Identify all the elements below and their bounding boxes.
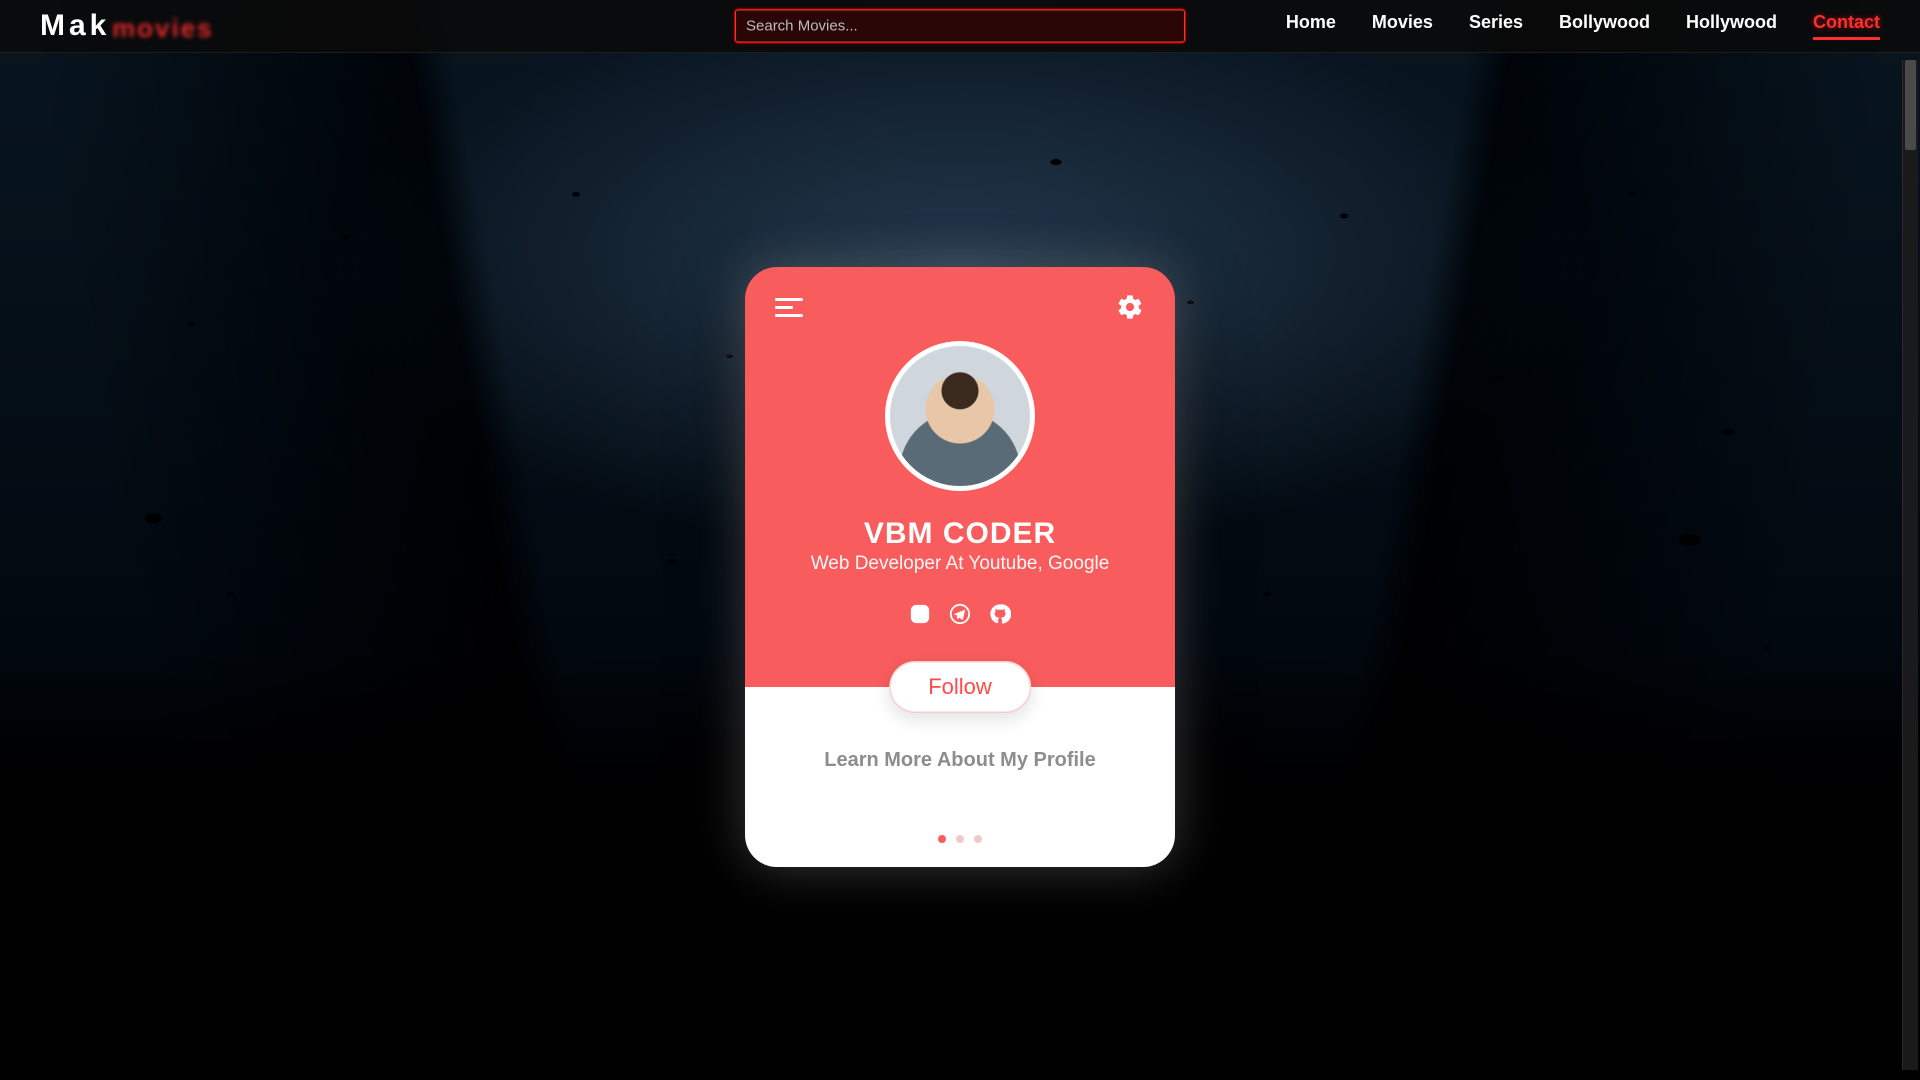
pager-dot[interactable]	[956, 835, 964, 843]
nav-item-bollywood[interactable]: Bollywood	[1559, 12, 1650, 40]
github-icon[interactable]	[989, 603, 1011, 625]
avatar[interactable]	[885, 341, 1035, 491]
logo-main: Mak	[40, 9, 110, 42]
nav-item-home[interactable]: Home	[1286, 12, 1336, 40]
gear-icon[interactable]	[1115, 293, 1145, 323]
pager-dots[interactable]	[938, 835, 982, 843]
pager-dot[interactable]	[974, 835, 982, 843]
nav-item-movies[interactable]: Movies	[1372, 12, 1433, 40]
search-input[interactable]	[735, 10, 1185, 43]
menu-icon[interactable]	[775, 293, 805, 323]
profile-card-top: VBM CODER Web Developer At Youtube, Goog…	[745, 267, 1175, 687]
profile-subtitle: Web Developer At Youtube, Google	[745, 553, 1175, 575]
scrollbar-thumb[interactable]	[1905, 60, 1916, 150]
nav-item-hollywood[interactable]: Hollywood	[1686, 12, 1777, 40]
telegram-icon[interactable]	[949, 603, 971, 625]
top-nav: Mak movies Home Movies Series Bollywood …	[0, 0, 1920, 53]
site-logo[interactable]: Mak movies	[40, 9, 110, 43]
social-row	[745, 603, 1175, 625]
main-stage: VBM CODER Web Developer At Youtube, Goog…	[0, 53, 1920, 1080]
pager-dot[interactable]	[938, 835, 946, 843]
profile-card: VBM CODER Web Developer At Youtube, Goog…	[745, 267, 1175, 867]
card-icon-row	[745, 267, 1175, 323]
nav-links: Home Movies Series Bollywood Hollywood C…	[1286, 12, 1880, 40]
profile-card-bottom: Follow Learn More About My Profile	[745, 687, 1175, 867]
learn-more-link[interactable]: Learn More About My Profile	[745, 749, 1175, 772]
instagram-icon[interactable]	[909, 603, 931, 625]
search-wrap	[735, 10, 1185, 43]
follow-button[interactable]: Follow	[889, 661, 1031, 713]
logo-ghost: movies	[112, 13, 214, 44]
nav-item-contact[interactable]: Contact	[1813, 12, 1880, 40]
nav-item-series[interactable]: Series	[1469, 12, 1523, 40]
profile-name: VBM CODER	[745, 517, 1175, 551]
vertical-scrollbar[interactable]	[1902, 60, 1918, 1070]
